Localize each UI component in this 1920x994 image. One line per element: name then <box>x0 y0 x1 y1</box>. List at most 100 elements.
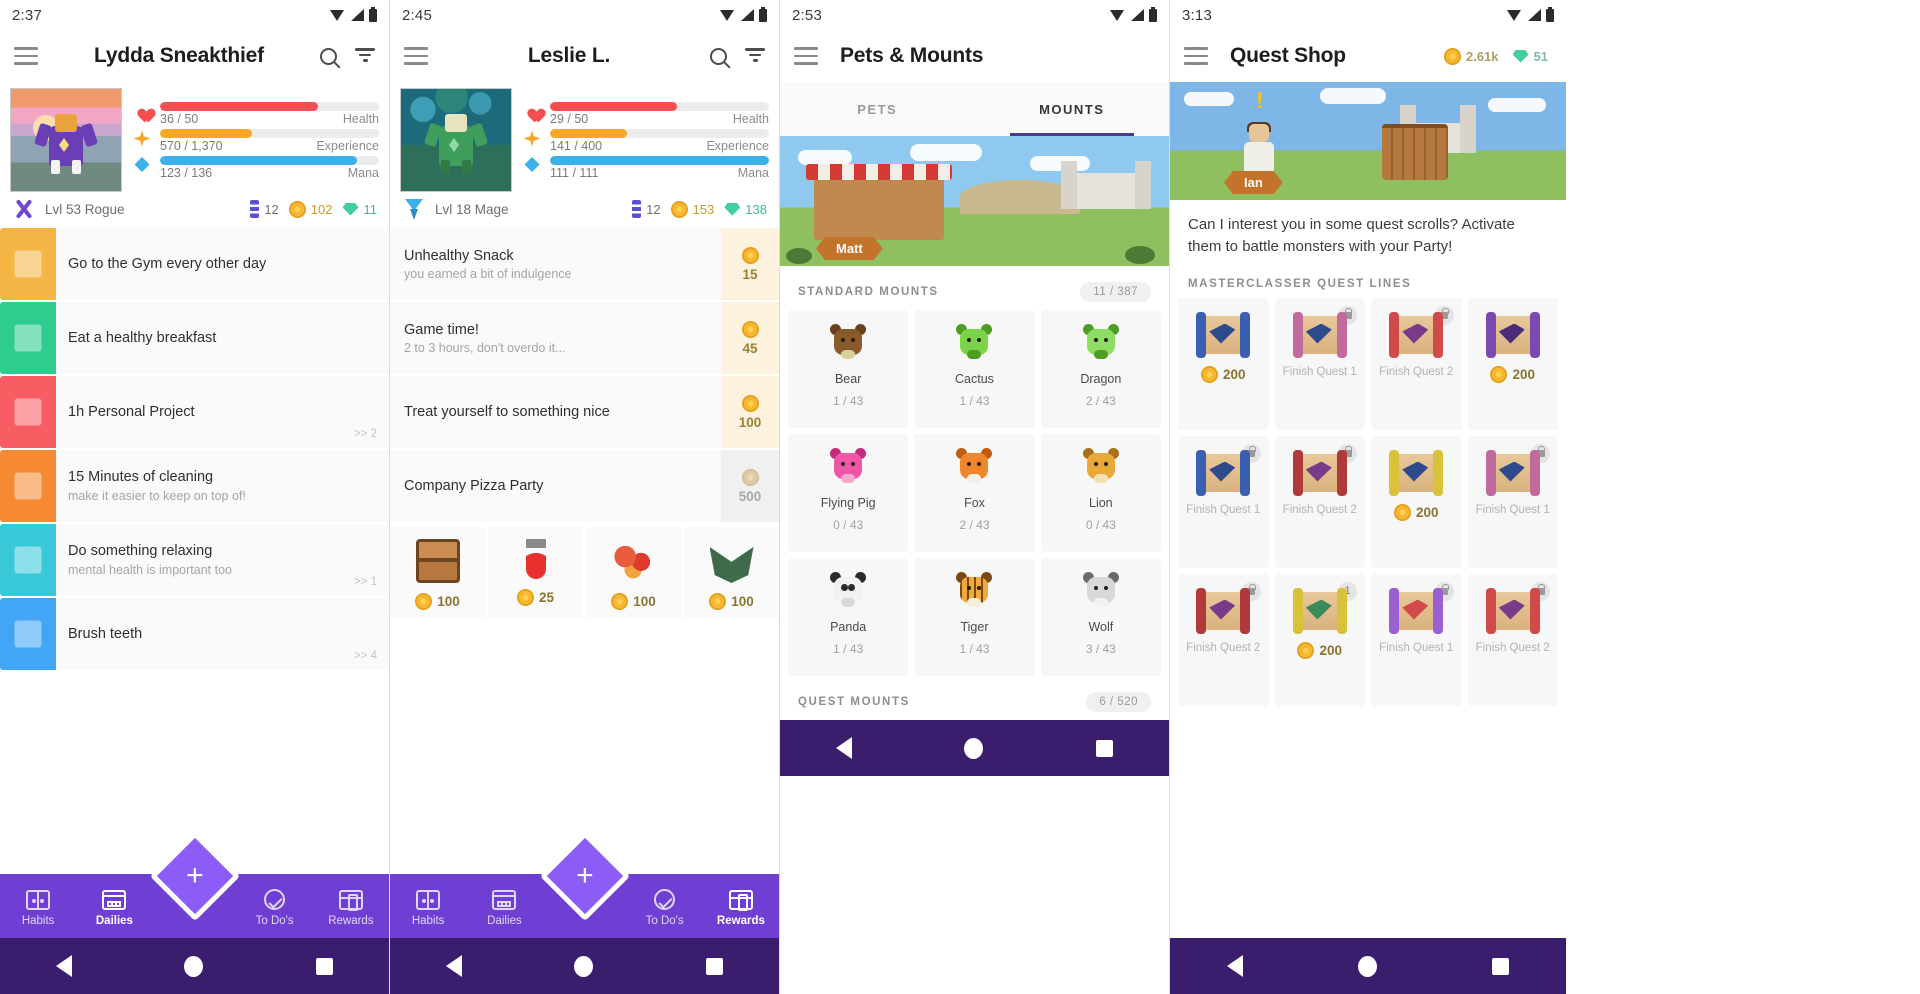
task-checkbox[interactable] <box>0 450 56 522</box>
list-item[interactable]: Cactus 1 / 43 <box>914 310 1035 428</box>
android-back-icon[interactable] <box>56 955 73 977</box>
tab-todos[interactable]: To Do's <box>626 889 702 927</box>
list-item[interactable]: Finish Quest 2 <box>1467 573 1558 706</box>
list-item[interactable]: Wolf 3 / 43 <box>1040 558 1161 676</box>
status-icons <box>720 6 767 22</box>
list-item[interactable]: Fox 2 / 43 <box>914 434 1035 552</box>
stat-gold[interactable]: 153 <box>670 200 714 218</box>
tab-rewards[interactable]: Rewards <box>313 889 389 927</box>
filter-icon[interactable] <box>355 48 375 64</box>
list-item[interactable]: 100 <box>390 527 485 618</box>
menu-icon[interactable] <box>14 47 38 65</box>
gold-chip[interactable]: 2.61k <box>1443 47 1499 65</box>
list-item[interactable]: Panda 1 / 43 <box>788 558 909 676</box>
task-checkbox[interactable] <box>0 376 56 448</box>
stat-gems[interactable]: 11 <box>342 202 377 217</box>
app-bar-actions <box>710 47 765 65</box>
reward-subtitle: you earned a bit of indulgence <box>404 266 572 281</box>
tab-mounts[interactable]: MOUNTS <box>975 82 1170 136</box>
list-item[interactable]: Finish Quest 2 <box>1274 435 1365 568</box>
reward-price[interactable]: 45 <box>721 302 779 374</box>
table-row[interactable]: Brush teeth >> 4 <box>0 598 389 672</box>
health-bar-row: 29 / 50 Health <box>522 102 769 126</box>
list-item[interactable]: Finish Quest 1 <box>1178 435 1269 568</box>
app-bar: Lydda Sneakthief <box>0 30 389 82</box>
filter-icon[interactable] <box>745 48 765 64</box>
table-row[interactable]: Go to the Gym every other day <box>0 228 389 302</box>
search-icon[interactable] <box>320 47 337 65</box>
android-back-icon[interactable] <box>446 955 463 977</box>
list-item[interactable]: Finish Quest 1 <box>1274 297 1365 430</box>
quest-label: Finish Quest 2 <box>1282 503 1357 516</box>
mana-label: Mana <box>737 166 769 180</box>
stat-gems[interactable]: 138 <box>724 202 767 217</box>
task-checkbox[interactable] <box>0 228 56 300</box>
list-item[interactable]: Finish Quest 1 <box>1467 435 1558 568</box>
android-back-icon[interactable] <box>1227 955 1244 977</box>
list-item[interactable]: 200 <box>1467 297 1558 430</box>
tab-todos[interactable]: To Do's <box>236 889 312 927</box>
gem-chip[interactable]: 51 <box>1512 49 1548 64</box>
avatar[interactable] <box>10 88 122 192</box>
task-checkbox[interactable] <box>0 302 56 374</box>
list-item[interactable]: Dragon 2 / 43 <box>1040 310 1161 428</box>
tab-habits[interactable]: Habits <box>0 889 76 927</box>
list-item[interactable]: 200 <box>1178 297 1269 430</box>
task-checkbox[interactable] <box>0 524 56 596</box>
class-stats-row: Lvl 53 Rogue 12 102 11 <box>0 194 389 228</box>
list-item[interactable]: 1 200 <box>1274 573 1365 706</box>
reward-price[interactable]: 15 <box>721 228 779 300</box>
list-item[interactable]: Finish Quest 1 <box>1371 573 1462 706</box>
list-item[interactable]: Lion 0 / 43 <box>1040 434 1161 552</box>
list-item[interactable]: 25 <box>488 527 583 618</box>
table-row[interactable]: Eat a healthy breakfast <box>0 302 389 376</box>
table-row[interactable]: 1h Personal Project >> 2 <box>0 376 389 450</box>
system-navigation-bar <box>0 938 389 994</box>
system-navigation-bar <box>780 720 1169 776</box>
android-recents-icon[interactable] <box>1491 957 1509 975</box>
list-item[interactable]: Finish Quest 2 <box>1178 573 1269 706</box>
list-item[interactable]: Tiger 1 / 43 <box>914 558 1035 676</box>
stat-points[interactable]: 12 <box>250 200 279 218</box>
stat-gold[interactable]: 102 <box>288 200 333 218</box>
android-home-icon[interactable] <box>184 955 204 977</box>
android-home-icon[interactable] <box>574 955 594 977</box>
stat-points[interactable]: 12 <box>632 200 661 218</box>
list-item[interactable]: Company Pizza Party 500 <box>390 450 779 524</box>
table-row[interactable]: Do something relaxing mental health is i… <box>0 524 389 598</box>
android-home-icon[interactable] <box>1357 955 1377 977</box>
android-back-icon[interactable] <box>836 737 853 759</box>
tab-pets[interactable]: PETS <box>780 82 975 136</box>
plus-icon: + <box>185 859 204 892</box>
list-item[interactable]: 100 <box>684 527 779 618</box>
list-item[interactable]: 100 <box>586 527 681 618</box>
menu-icon[interactable] <box>1184 47 1208 65</box>
tab-dailies[interactable]: Dailies <box>76 889 152 927</box>
tab-dailies[interactable]: Dailies <box>466 889 542 927</box>
dailies-icon <box>492 889 517 910</box>
list-item[interactable]: Unhealthy Snack you earned a bit of indu… <box>390 228 779 302</box>
list-item[interactable]: Game time! 2 to 3 hours, don't overdo it… <box>390 302 779 376</box>
menu-icon[interactable] <box>794 47 818 65</box>
android-recents-icon[interactable] <box>315 957 333 975</box>
search-icon[interactable] <box>710 47 727 65</box>
task-streak: >> 4 <box>353 650 377 662</box>
android-recents-icon[interactable] <box>1095 739 1113 757</box>
list-item[interactable]: Flying Pig 0 / 43 <box>788 434 909 552</box>
list-item[interactable]: Treat yourself to something nice 100 <box>390 376 779 450</box>
tab-rewards[interactable]: Rewards <box>703 889 779 927</box>
avatar[interactable] <box>400 88 512 192</box>
reward-price[interactable]: 500 <box>721 450 779 522</box>
app-bar-actions <box>320 47 375 65</box>
menu-icon[interactable] <box>404 47 428 65</box>
android-recents-icon[interactable] <box>705 957 723 975</box>
list-item[interactable]: Finish Quest 2 <box>1371 297 1462 430</box>
tab-habits[interactable]: Habits <box>390 889 466 927</box>
list-item[interactable]: Bear 1 / 43 <box>788 310 909 428</box>
task-checkbox[interactable] <box>0 598 56 670</box>
list-item[interactable]: 200 <box>1371 435 1462 568</box>
android-home-icon[interactable] <box>964 737 984 759</box>
table-row[interactable]: 15 Minutes of cleaning make it easier to… <box>0 450 389 524</box>
reward-price[interactable]: 100 <box>721 376 779 448</box>
task-title: 15 Minutes of cleaning <box>68 468 214 485</box>
